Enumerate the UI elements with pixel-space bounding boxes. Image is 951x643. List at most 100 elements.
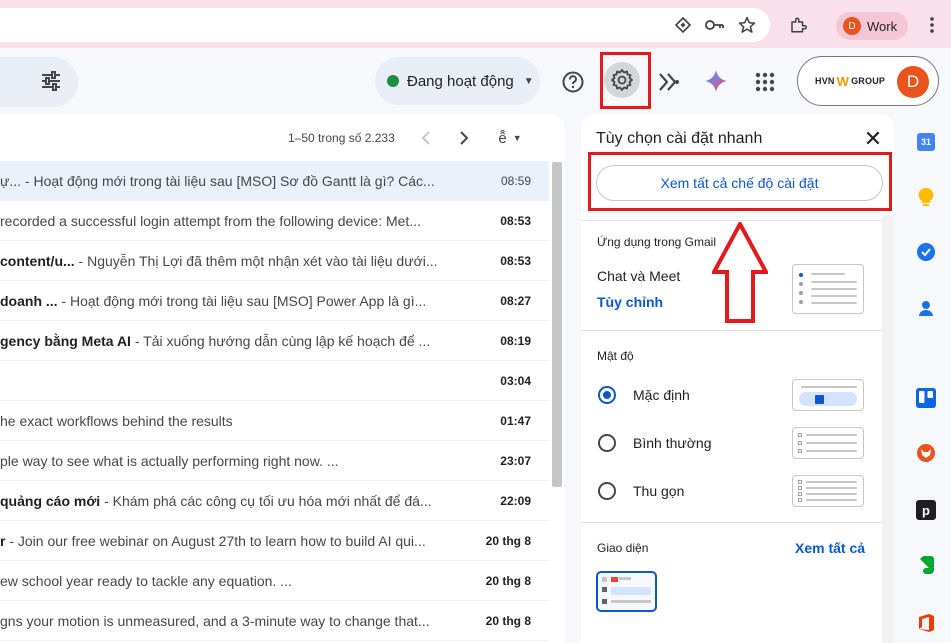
- density-default-thumbnail: [792, 379, 864, 411]
- help-icon[interactable]: [561, 70, 585, 94]
- density-default-radio[interactable]: [598, 386, 616, 404]
- mail-row[interactable]: gency bằng Meta AI - Tải xuống hướng dẫn…: [0, 321, 549, 361]
- profile-avatar: D: [843, 17, 861, 35]
- mail-snippet: - Khám phá các công cụ tối ưu hóa mới nh…: [100, 492, 432, 509]
- mail-time: 03:04: [500, 373, 531, 388]
- density-normal-radio[interactable]: [598, 434, 616, 452]
- divider: [581, 220, 882, 221]
- calendar-icon[interactable]: 31: [914, 130, 938, 154]
- mail-sender: quảng cáo mới: [0, 492, 101, 509]
- mail-snippet: gns your motion is unmeasured, and a 3-m…: [0, 612, 430, 629]
- chat-meet-thumbnail: [792, 264, 864, 314]
- mail-snippet: - Hoạt động mới trong tài liệu sau [MSO]…: [57, 292, 427, 309]
- mail-time: 20 thg 8: [485, 613, 531, 628]
- mail-list-scrollbar[interactable]: [552, 162, 562, 487]
- density-compact-thumbnail: [792, 475, 864, 507]
- quick-settings-scrollbar[interactable]: [882, 215, 894, 643]
- quick-settings-title: Tùy chọn cài đặt nhanh: [596, 130, 763, 147]
- mail-row[interactable]: recorded a successful login attempt from…: [0, 201, 549, 241]
- mail-snippet: he exact workflows behind the results: [0, 412, 233, 429]
- chat-meet-label: Chat và Meet: [597, 268, 681, 284]
- office-icon[interactable]: [914, 611, 938, 635]
- browser-profile-chip[interactable]: D Work: [836, 12, 908, 40]
- mail-sender: content/u...: [0, 252, 75, 269]
- density-normal-label: Bình thường: [633, 435, 712, 451]
- mail-time: 01:47: [500, 413, 531, 428]
- contacts-icon[interactable]: [914, 296, 938, 320]
- evernote-icon[interactable]: [914, 553, 938, 577]
- tasks-icon[interactable]: [914, 240, 938, 264]
- mail-sender: doanh ...: [0, 292, 58, 309]
- addon-p-icon[interactable]: p: [914, 498, 938, 522]
- mail-row-text: doanh ... - Hoạt động mới trong tài liệu…: [0, 293, 437, 309]
- settings-highlight-box: [600, 52, 651, 109]
- mail-row[interactable]: ple way to see what is actually performi…: [0, 441, 549, 481]
- apps-grid-icon[interactable]: [753, 70, 777, 94]
- mail-time: 20 thg 8: [485, 533, 531, 548]
- gemini-icon[interactable]: [704, 69, 728, 93]
- company-logo-mark-icon: W: [836, 73, 850, 89]
- next-page-icon[interactable]: [452, 126, 476, 150]
- customize-link[interactable]: Tùy chỉnh: [597, 294, 663, 310]
- theme-see-all-link[interactable]: Xem tất cả: [795, 540, 865, 556]
- status-dot-icon: [387, 75, 399, 87]
- density-section-label: Mật độ: [597, 349, 634, 363]
- mail-row[interactable]: quảng cáo mới - Khám phá các công cụ tối…: [0, 481, 549, 521]
- mail-snippet: - Tải xuống hướng dẫn cùng lập kế hoạch …: [130, 332, 431, 349]
- addon-fox-icon[interactable]: [914, 441, 938, 465]
- translate-icon[interactable]: [672, 14, 694, 36]
- account-avatar[interactable]: D: [897, 66, 929, 98]
- address-bar[interactable]: [0, 8, 770, 42]
- mail-row[interactable]: ự... - Hoạt động mới trong tài liệu sau …: [0, 161, 549, 201]
- mail-snippet: recorded a successful login attempt from…: [0, 212, 421, 229]
- mail-row-text: recorded a successful login attempt from…: [0, 213, 437, 229]
- close-icon[interactable]: ✕: [862, 128, 884, 150]
- input-tools-icon[interactable]: ê̂ ▼: [492, 126, 528, 150]
- mail-row[interactable]: he exact workflows behind the results 01:…: [0, 401, 549, 441]
- mail-row[interactable]: doanh ... - Hoạt động mới trong tài liệu…: [0, 281, 549, 321]
- theme-section-label: Giao diện: [597, 541, 649, 555]
- mail-row-text: content/u... - Nguyễn Thị Lợi đã thêm mộ…: [0, 253, 437, 269]
- mail-snippet: - Nguyễn Thị Lợi đã thêm một nhận xét và…: [74, 252, 437, 269]
- bookmark-star-icon[interactable]: [736, 14, 758, 36]
- extensions-icon[interactable]: [787, 14, 809, 36]
- mail-row[interactable]: ew school year ready to tackle any equat…: [0, 561, 549, 601]
- search-options-icon[interactable]: [40, 70, 62, 92]
- prev-page-icon[interactable]: [414, 126, 438, 150]
- mail-time: 23:07: [500, 453, 531, 468]
- mail-row[interactable]: r - Join our free webinar on August 27th…: [0, 521, 549, 561]
- see-all-highlight-box: [588, 152, 892, 211]
- mail-row-text: ple way to see what is actually performi…: [0, 453, 437, 469]
- mail-snippet: - Join our free webinar on August 27th t…: [5, 532, 426, 549]
- mail-sender: gency bằng Meta AI: [0, 332, 131, 349]
- density-compact-label: Thu gọn: [633, 483, 685, 499]
- mail-row[interactable]: content/u... - Nguyễn Thị Lợi đã thêm mộ…: [0, 241, 549, 281]
- chevron-down-icon: ▼: [523, 75, 534, 87]
- mail-row-text: ew school year ready to tackle any equat…: [0, 573, 437, 589]
- company-logo: HVN W GROUP: [815, 72, 893, 90]
- mail-time: 22:09: [500, 493, 531, 508]
- browser-menu-icon[interactable]: [921, 14, 943, 36]
- search-bar[interactable]: [0, 57, 78, 107]
- keep-icon[interactable]: [914, 185, 938, 209]
- mail-time: 08:27: [500, 293, 531, 308]
- mail-row[interactable]: 03:04: [0, 361, 549, 401]
- mail-row-text: r - Join our free webinar on August 27th…: [0, 533, 437, 549]
- mail-row[interactable]: gns your motion is unmeasured, and a 3-m…: [0, 601, 549, 641]
- mail-time: 20 thg 8: [485, 573, 531, 588]
- density-compact-radio[interactable]: [598, 482, 616, 500]
- key-icon[interactable]: [704, 14, 726, 36]
- mail-snippet: - Hoạt động mới trong tài liệu sau [MSO]…: [21, 172, 435, 189]
- apps-section-label: Ứng dụng trong Gmail: [597, 235, 716, 249]
- theme-thumbnail[interactable]: [596, 571, 657, 612]
- mail-snippet: ple way to see what is actually performi…: [0, 452, 339, 469]
- trello-icon[interactable]: [914, 386, 938, 410]
- mail-time: 08:53: [500, 253, 531, 268]
- status-selector[interactable]: Đang hoạt động ▼: [375, 57, 540, 105]
- mail-row-text: quảng cáo mới - Khám phá các công cụ tối…: [0, 493, 437, 509]
- chevrons-icon[interactable]: [657, 70, 681, 94]
- density-default-label: Mặc định: [633, 387, 690, 403]
- divider: [581, 330, 882, 331]
- company-logo-suffix: GROUP: [851, 76, 886, 86]
- mail-row-text: he exact workflows behind the results: [0, 413, 437, 429]
